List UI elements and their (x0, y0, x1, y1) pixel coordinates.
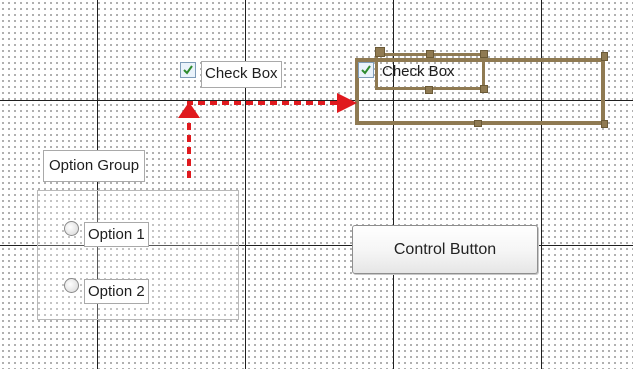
option-1-radio-icon[interactable] (64, 221, 79, 236)
option-group-label[interactable]: Option Group (43, 150, 146, 182)
resize-handle-frame-bottom[interactable] (474, 120, 482, 127)
resize-handle-top[interactable] (426, 50, 434, 58)
option-2-radio-icon[interactable] (64, 278, 79, 293)
option-2-label[interactable]: Option 2 (84, 279, 149, 304)
option-1-label[interactable]: Option 1 (84, 222, 149, 247)
resize-handle-top-left[interactable] (375, 47, 385, 57)
checkbox-target-checkmark-icon[interactable] (358, 62, 374, 78)
resize-handle-bottom[interactable] (425, 86, 433, 94)
resize-handle-bottom-right[interactable] (480, 85, 488, 93)
resize-handle-top-right[interactable] (480, 50, 488, 58)
checkbox-source-label[interactable]: Check Box (201, 61, 282, 88)
checkbox-source-checkmark-icon[interactable] (180, 62, 196, 78)
resize-handle-frame-bottom-right[interactable] (601, 120, 608, 128)
checkbox-target-selection (375, 53, 485, 90)
resize-handle-frame-top-right[interactable] (601, 52, 608, 61)
control-button[interactable]: Control Button (352, 225, 538, 274)
